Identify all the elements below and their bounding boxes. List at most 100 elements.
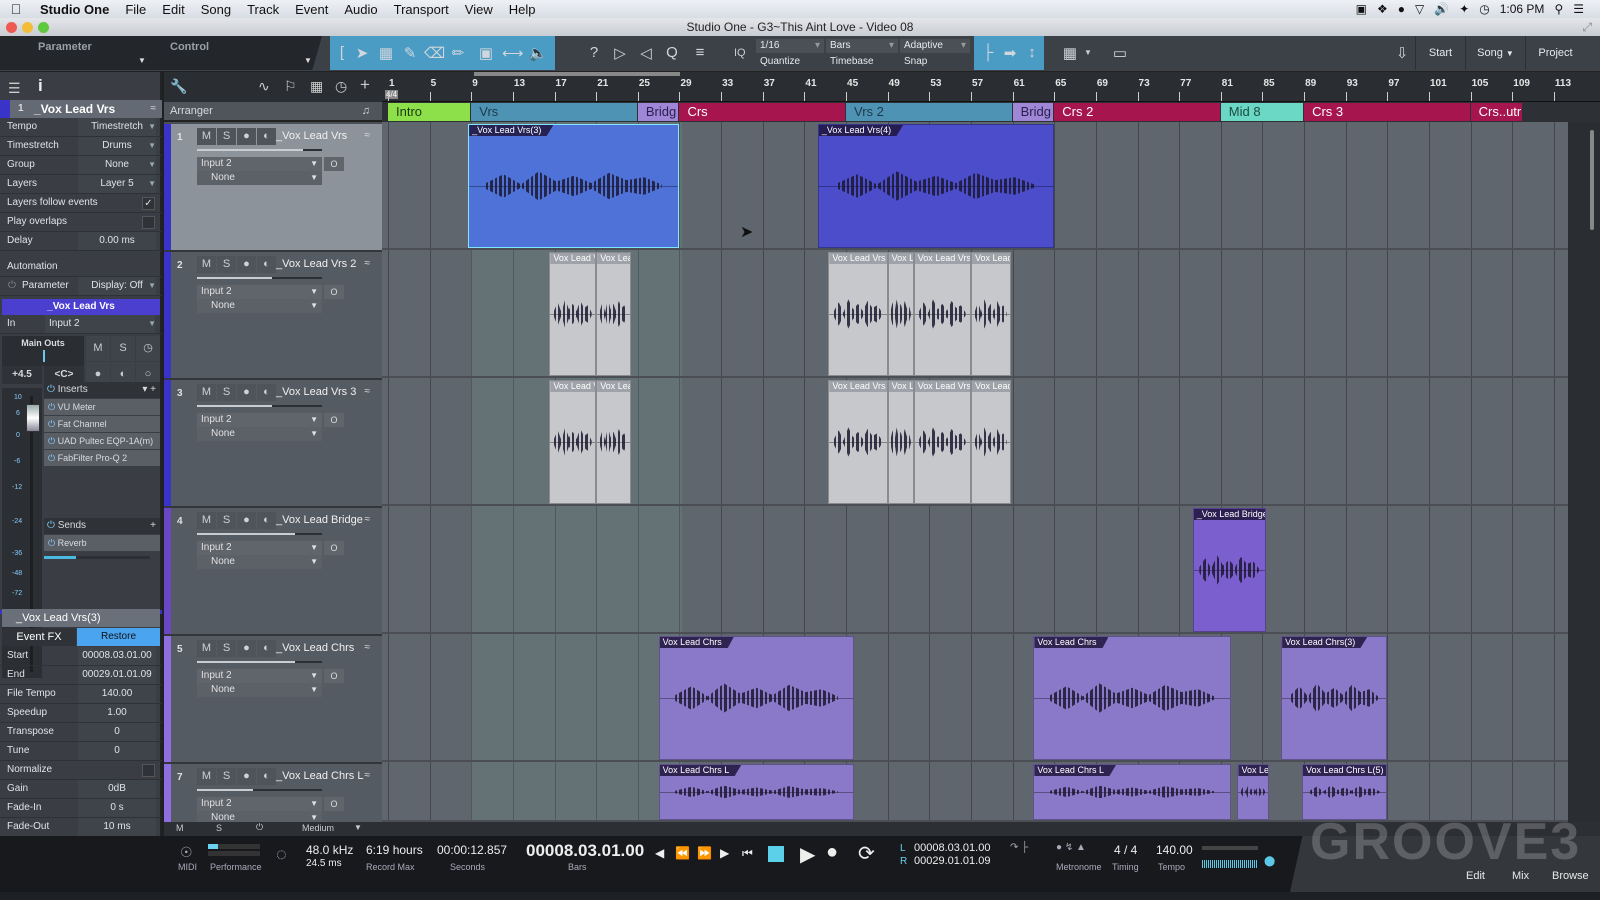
event-transpose-row[interactable]: Transpose 0	[0, 723, 162, 742]
inspector-row-tempo[interactable]: Tempo Timestretch ▼	[0, 118, 162, 137]
time-machine-icon[interactable]: ◷	[1479, 2, 1489, 16]
record-arm-button[interactable]: ●	[237, 128, 256, 145]
audio-event[interactable]: Vox Lead Chrs	[658, 636, 855, 760]
range-bracket-icon[interactable]: [	[332, 44, 352, 61]
arranger-track-header[interactable]: Arranger ♫	[164, 102, 382, 122]
waveform-icon[interactable]: ≈	[365, 514, 371, 525]
project-button[interactable]: Project	[1525, 36, 1585, 70]
track-output-select[interactable]: None ▼	[197, 555, 322, 569]
close-window-button[interactable]	[6, 22, 17, 33]
volume-fader-handle[interactable]	[26, 404, 40, 432]
track-output-select[interactable]: None ▼	[197, 171, 322, 185]
layers-follow-events-checkbox[interactable]: ✓	[142, 197, 155, 210]
menu-event[interactable]: Event	[287, 2, 336, 17]
browse-view-button[interactable]: Browse	[1552, 870, 1589, 882]
marker-icon[interactable]: ⚐	[284, 78, 297, 95]
edit-view-button[interactable]: Edit	[1466, 870, 1485, 882]
solo-button[interactable]: S	[217, 128, 236, 145]
track-input-select[interactable]: Input 2 ▼	[197, 669, 322, 683]
event-tune-row[interactable]: Tune 0	[0, 742, 162, 761]
track-output-select[interactable]: None ▼	[197, 299, 322, 313]
mute-tool-icon[interactable]: ▣	[476, 44, 496, 62]
menu-edit[interactable]: Edit	[154, 2, 192, 17]
iq-label[interactable]: IQ	[734, 47, 746, 59]
audio-event[interactable]: Vox Lead V	[549, 380, 597, 504]
event-speedup-row[interactable]: Speedup 1.00	[0, 704, 162, 723]
automation-parameter-row[interactable]: ⏻ Parameter Display: Off ▼	[0, 277, 162, 296]
track-volume-slider[interactable]	[197, 789, 322, 791]
menu-icon[interactable]: ☰	[8, 80, 21, 97]
track-header[interactable]: 7 M S ● ◐ _Vox Lead Chrs L ≈ Input 2 ▼ O Non…	[164, 764, 382, 825]
global-mute-button[interactable]: M	[176, 823, 184, 833]
loop-start[interactable]: 00008.03.01.00	[914, 842, 990, 854]
record-arm-button[interactable]: ●	[237, 640, 256, 657]
track-name[interactable]: _Vox Lead Chrs	[276, 642, 354, 654]
channel-solo-button[interactable]: S	[111, 336, 135, 361]
solo-button[interactable]: S	[217, 640, 236, 657]
arranger-section[interactable]: Crs 2	[1054, 103, 1220, 121]
add-track-button[interactable]: +	[360, 75, 370, 95]
restore-button[interactable]: Restore	[77, 628, 160, 646]
fast-forward-button[interactable]: ⏩	[697, 846, 712, 860]
camera-icon[interactable]: ▣	[1356, 2, 1367, 16]
audio-event[interactable]: Vox Lead Vrs	[828, 252, 888, 376]
waveform-icon[interactable]: ≈	[365, 258, 371, 269]
video-icon[interactable]: ▭	[1110, 44, 1130, 62]
track-height-select[interactable]: Medium	[302, 823, 334, 833]
track-volume-slider[interactable]	[197, 661, 322, 663]
start-button[interactable]: Start	[1415, 36, 1465, 70]
inspector-row-layers[interactable]: Layers Layer 5 ▼	[0, 175, 162, 194]
wifi-icon[interactable]: ▽	[1415, 2, 1424, 16]
snap-to-grid-icon[interactable]: ├	[978, 44, 998, 61]
delay-row[interactable]: Delay 0.00 ms	[0, 232, 162, 251]
track-header[interactable]: 5 M S ● ◐ _Vox Lead Chrs ≈ Input 2 ▼ O None ▼	[164, 636, 382, 764]
mute-button[interactable]: M	[197, 256, 216, 273]
audio-event[interactable]: _Vox Lead Vrs(3)	[468, 124, 680, 248]
return-to-zero-button[interactable]: ⏮	[742, 846, 753, 861]
tempo-value[interactable]: 140.00	[1156, 843, 1193, 857]
minimize-window-button[interactable]	[22, 22, 33, 33]
channel-mute-button[interactable]: M	[86, 336, 110, 361]
global-solo-button[interactable]: S	[216, 823, 222, 833]
audio-event[interactable]: Vox Lead Vrs	[913, 252, 971, 376]
loop-button[interactable]: ⟳	[858, 841, 875, 866]
notification-list-icon[interactable]: ☰	[1573, 2, 1584, 16]
arranger-section[interactable]: Vrs	[471, 103, 637, 121]
song-button[interactable]: Song ▼	[1465, 36, 1525, 70]
track-input-select[interactable]: Input 2 ▼	[197, 157, 322, 171]
timebase-select[interactable]: Bars ▾	[826, 39, 898, 53]
send-level-slider[interactable]	[44, 556, 150, 559]
audio-event[interactable]: Vox Lead Chrs	[1033, 636, 1232, 760]
arrange-grid[interactable]: _Vox Lead Vrs(3) _Vox Lead Vrs(4) Vox Lead…	[382, 122, 1568, 822]
track-output-select[interactable]: None ▼	[197, 427, 322, 441]
menu-transport[interactable]: Transport	[386, 2, 457, 17]
arranger-section[interactable]: Intro	[388, 103, 471, 121]
monitor-button[interactable]: ◐	[257, 640, 276, 657]
record-arm-button[interactable]: ●	[237, 256, 256, 273]
menu-audio[interactable]: Audio	[336, 2, 385, 17]
dropbox-icon[interactable]: ❖	[1377, 2, 1388, 16]
loop-range[interactable]	[474, 72, 680, 76]
audio-event[interactable]: Vox Le	[1237, 764, 1269, 820]
listen-tool-icon[interactable]: 🔈	[528, 44, 548, 62]
meter-toggle-icon[interactable]: ⬤	[1264, 856, 1275, 867]
menu-app-name[interactable]: Studio One	[32, 2, 117, 17]
arranger-section[interactable]: Vrs 2	[846, 103, 1012, 121]
input-monitor-icon[interactable]: O	[324, 541, 344, 555]
monitor-button[interactable]: ◐	[257, 768, 276, 785]
mute-button[interactable]: M	[197, 512, 216, 529]
mute-button[interactable]: M	[197, 384, 216, 401]
event-start-row[interactable]: Start 00008.03.01.00	[0, 647, 162, 666]
menu-file[interactable]: File	[117, 2, 154, 17]
track-input-select[interactable]: Input 2 ▼	[197, 797, 322, 811]
track-volume-slider[interactable]	[197, 533, 322, 535]
snap-select[interactable]: Adaptive ▾	[900, 39, 970, 53]
nudge-forward-button[interactable]: ▶	[720, 846, 729, 860]
arrow-tool-icon[interactable]: ➤	[352, 44, 372, 62]
sync-icon[interactable]: ◌	[276, 844, 287, 865]
metronome-tool-icon[interactable]: ≡	[690, 44, 710, 61]
waveform-icon[interactable]: ≈	[365, 130, 371, 141]
audio-event[interactable]: Vox Lea	[596, 252, 631, 376]
track-input-select[interactable]: Input 2 ▼	[197, 285, 322, 299]
eraser-tool-icon[interactable]: ⌫	[424, 44, 445, 62]
